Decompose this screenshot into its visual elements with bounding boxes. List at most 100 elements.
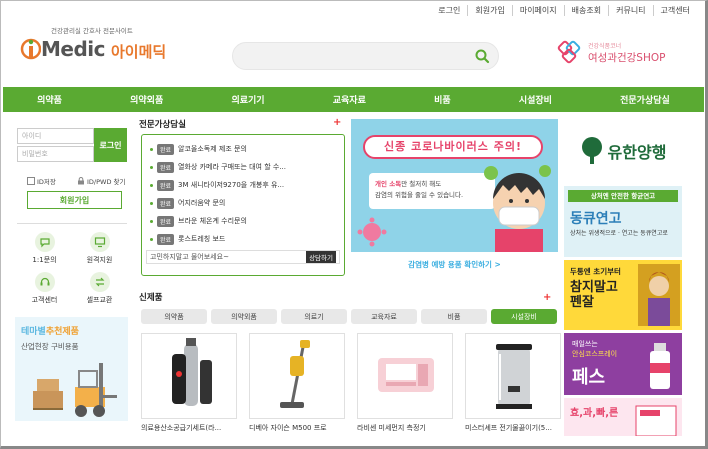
lock-icon: [78, 177, 84, 185]
nav-facility[interactable]: 시설장비: [519, 93, 552, 106]
quick-remote[interactable]: 원격지원: [72, 232, 127, 265]
advice-title: 전문가상담실: [139, 120, 186, 130]
headset-icon: [34, 272, 55, 292]
top-link-community[interactable]: 커뮤니티: [608, 5, 652, 16]
yuhan-ad[interactable]: 유한양행: [564, 119, 682, 183]
bottom-ad[interactable]: 효,과,빠,른: [564, 398, 682, 436]
category-tabs: 의약품 의약외품 의료기 교육자료 비품 시설장비: [141, 309, 557, 324]
product-card[interactable]: 디베아 자이슨 M500 프로: [249, 333, 347, 433]
advice-item-text: 3M 새니타이저9270을 개봉후 유...: [178, 181, 285, 189]
pess-ad[interactable]: 매일쓰는 안심코스프레이 페스: [564, 333, 682, 395]
new-products-more-icon[interactable]: +: [543, 292, 551, 303]
penzal-ad[interactable]: 두통엔 초기부터 참지말고 펜잘: [564, 260, 682, 330]
flu-banner[interactable]: 신종 코로나바이러스 주의! 개인 소독만 철저히 해도 감염의 위험을 줄일 …: [351, 119, 558, 277]
flu-banner-title: 신종 코로나바이러스 주의!: [363, 135, 543, 159]
product-name: 디베아 자이슨 M500 프로: [249, 424, 327, 432]
password-field[interactable]: 비밀번호: [17, 146, 94, 162]
tab-supplies[interactable]: 비품: [421, 309, 487, 324]
save-id-checkbox[interactable]: ID저장: [27, 176, 56, 186]
flu-note-line1: 만 철저히 해도: [401, 180, 442, 188]
logo-brand-en: Medic: [41, 37, 106, 61]
product-card[interactable]: 미스터셰프 전기물끓이기(5...: [465, 333, 563, 433]
search-icon[interactable]: [474, 48, 490, 64]
quick-exchange[interactable]: 셀프교환: [72, 272, 127, 305]
tab-education[interactable]: 교육자료: [351, 309, 417, 324]
dongku-title: 동큐연고: [570, 211, 622, 227]
advice-item[interactable]: 완료 3M 새니타이저9270을 개봉후 유...: [146, 176, 340, 194]
join-button[interactable]: 회원가입: [27, 191, 122, 209]
virus-icon: [357, 217, 387, 247]
top-link-delivery[interactable]: 배송조회: [563, 5, 608, 16]
bullet-icon: [150, 147, 153, 151]
main-nav: 의약품 의약외품 의료기기 교육자료 비품 시설장비 전문가상담실: [3, 87, 704, 112]
forklift-illustration: [33, 363, 117, 417]
theme-products-banner[interactable]: 테마별추천제품 산업현장 구비용품: [15, 317, 128, 421]
login-button[interactable]: 로그인: [94, 128, 127, 162]
product-image: [357, 333, 453, 419]
logo-tagline: 건강관리실 간호사 전문사이트: [51, 27, 133, 35]
theme-banner-sub: 산업현장 구비용품: [21, 342, 79, 351]
top-link-cs[interactable]: 고객센터: [652, 5, 697, 16]
nav-education[interactable]: 교육자료: [333, 93, 366, 106]
ask-button[interactable]: 상담하기: [306, 251, 336, 263]
find-account-link[interactable]: ID/PWD 찾기: [77, 176, 126, 186]
flu-banner-note: 개인 소독만 철저히 해도 감염의 위험을 줄일 수 있습니다.: [369, 173, 495, 209]
status-badge: 완료: [157, 197, 175, 209]
status-badge: 완료: [157, 233, 175, 245]
advice-item[interactable]: 완료 롯스트레칭 보드: [146, 230, 340, 248]
tab-medical[interactable]: 의료기: [281, 309, 347, 324]
bullet-icon: [150, 183, 153, 187]
dongku-sub: 상처는 위생적으로 · 연고는 동큐연고로: [570, 230, 668, 237]
painting-illustration: [638, 264, 680, 326]
advice-item[interactable]: 완료 브라운 체온계 수리문의: [146, 212, 340, 230]
penzal-title: 참지말고 펜잘: [570, 280, 618, 310]
quick-cs-label: 고객센터: [31, 296, 58, 304]
top-link-login[interactable]: 로그인: [431, 5, 467, 16]
quick-inquiry[interactable]: 1:1문의: [17, 232, 72, 265]
top-link-mypage[interactable]: 마이페이지: [511, 5, 564, 16]
flu-cta-link[interactable]: 감염병 예방 용품 확인하기 >: [351, 252, 558, 277]
advice-panel: 전문가상담실 + 완료 알코올소독제 제조 문의 완료 열화상 카메라 구매또는 대…: [139, 117, 345, 278]
product-image: [141, 333, 237, 419]
advice-item[interactable]: 완료 알코올소독제 제조 문의: [146, 140, 340, 158]
bullet-icon: [150, 201, 153, 205]
new-products-title: 신제품: [139, 293, 163, 303]
tab-facility[interactable]: 시설장비: [491, 309, 557, 324]
advice-item[interactable]: 완료 어지러움약 문의: [146, 194, 340, 212]
advice-item[interactable]: 완료 열화상 카메라 구매또는 대여 할 수...: [146, 158, 340, 176]
chat-icon: [34, 232, 55, 252]
search-input[interactable]: [233, 43, 463, 69]
pess-title: 페스: [572, 367, 606, 388]
find-label: ID/PWD 찾기: [87, 178, 126, 186]
site-logo[interactable]: 건강관리실 간호사 전문사이트 Medic 아이메딕: [19, 25, 179, 69]
tab-quasi-drug[interactable]: 의약외품: [211, 309, 277, 324]
product-card[interactable]: 라비센 미세먼지 측정기: [357, 333, 455, 433]
oxygen-kit-image: [172, 338, 212, 406]
logo-i-icon: [20, 38, 41, 60]
ask-box[interactable]: 고민하지말고 물어보세요~ 상담하기: [146, 250, 340, 264]
vacuum-image: [280, 340, 310, 408]
shop-link[interactable]: 건강식품코너 여성과건강SHOP: [556, 39, 686, 71]
tab-medicine[interactable]: 의약품: [141, 309, 207, 324]
top-link-join[interactable]: 회원가입: [467, 5, 511, 16]
nav-quasi-drug[interactable]: 의약외품: [130, 93, 163, 106]
medicine-box-icon: [635, 405, 677, 436]
bullet-icon: [150, 237, 153, 241]
nav-medicine[interactable]: 의약품: [37, 93, 62, 106]
dongku-ad[interactable]: 상처엔 안전한 항균연고 동큐연고 상처는 위생적으로 · 연고는 동큐연고로: [564, 186, 682, 257]
quick-exchange-label: 셀프교환: [86, 296, 113, 304]
product-image: [249, 333, 345, 419]
id-field[interactable]: 아이디: [17, 128, 94, 144]
nav-supplies[interactable]: 비품: [434, 93, 451, 106]
tree-logo-icon: [581, 137, 602, 164]
dongku-top: 상처엔 안전한 항균연고: [568, 190, 678, 202]
advice-more-icon[interactable]: +: [333, 117, 341, 128]
quick-cs[interactable]: 고객센터: [17, 272, 72, 305]
right-ad-column: 유한양행 상처엔 안전한 항균연고 동큐연고 상처는 위생적으로 · 연고는 동…: [564, 119, 682, 439]
nav-medical-device[interactable]: 의료기기: [231, 93, 264, 106]
save-id-label: ID저장: [37, 178, 56, 186]
nav-consulting[interactable]: 전문가상담실: [620, 93, 670, 106]
product-card[interactable]: 의료용산소공급기세트(라...: [141, 333, 239, 433]
penzal-top: 두통엔 초기부터: [570, 267, 621, 276]
monitor-icon: [89, 232, 110, 252]
